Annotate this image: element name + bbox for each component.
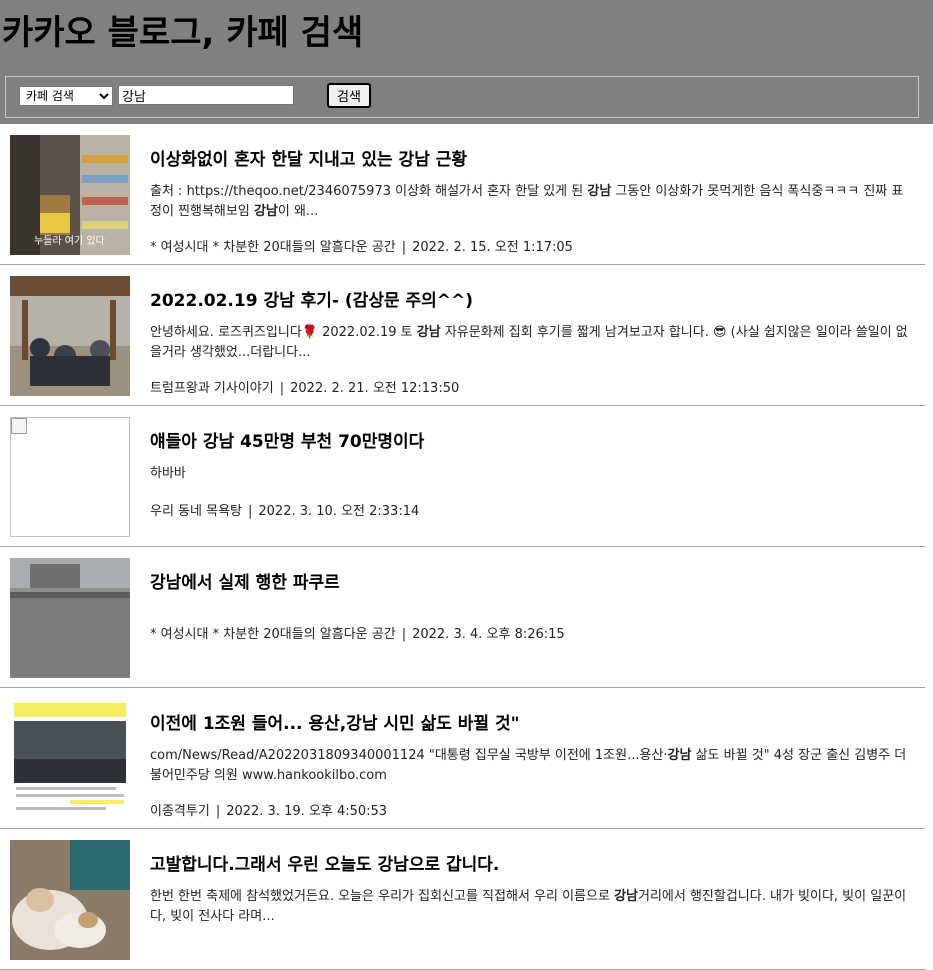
result-thumbnail[interactable] (10, 417, 130, 537)
news-article-image (10, 699, 130, 819)
result-title[interactable]: 얘들아 강남 45만명 부천 70만명이다 (150, 427, 424, 452)
result-thumbnail[interactable] (10, 699, 130, 819)
post-datetime: 2022. 3. 10. 오전 2:33:14 (258, 504, 420, 519)
result-meta: * 여성시대 * 차분한 20대들의 알흠다운 공간 | 2022. 2. 15. … (150, 240, 573, 255)
result-item: 고발합니다.그래서 우린 오늘도 강남으로 갑니다. 한번 한번 축제에 참석했… (0, 829, 925, 970)
result-meta: 이종격투기 | 2022. 3. 19. 오후 4:50:53 (150, 804, 388, 819)
result-snippet: 안녕하세요. 로즈퀴즈입니다🌹 2022.02.19 토 강남 자유문화제 집회… (150, 325, 908, 360)
result-snippet: 출처 : https://theqoo.net/2346075973 이상화 해… (150, 184, 904, 219)
search-box: 카페 검색 블로그 검색 검색 (5, 76, 919, 118)
sunglasses-emoji: 😎 (712, 325, 727, 340)
result-item: 누들라 여기 있다 이상화없이 혼자 한달 지내고 있는 강남 근황 출처 : … (0, 124, 925, 265)
outdoor-gathering-image (10, 276, 130, 396)
rose-emoji: 🌹 (301, 325, 318, 340)
result-title[interactable]: 이상화없이 혼자 한달 지내고 있는 강남 근황 (150, 145, 467, 170)
cats-image (10, 840, 130, 960)
result-title[interactable]: 2022.02.19 강남 후기- (감상문 주의^^) (150, 286, 473, 311)
post-datetime: 2022. 3. 19. 오후 4:50:53 (226, 804, 388, 819)
result-meta: 트럼프왕과 기사이야기 | 2022. 2. 21. 오전 12:13:50 (150, 381, 460, 396)
post-datetime: 2022. 3. 4. 오후 8:26:15 (412, 627, 565, 642)
header: 카카오 블로그, 카페 검색 카페 검색 블로그 검색 검색 (0, 0, 933, 124)
page-title: 카카오 블로그, 카페 검색 (2, 13, 364, 53)
result-item: 2022.02.19 강남 후기- (감상문 주의^^) 안녕하세요. 로즈퀴즈… (0, 265, 925, 406)
cafe-name: 이종격투기 (150, 804, 210, 819)
cafe-name: * 여성시대 * 차분한 20대들의 알흠다운 공간 (150, 240, 396, 255)
result-item: 강남에서 실제 행한 파쿠르 * 여성시대 * 차분한 20대들의 알흠다운 공… (0, 547, 925, 688)
result-snippet: com/News/Read/A2022031809340001124 "대통령 … (150, 748, 907, 783)
rooftop-image (10, 558, 130, 678)
result-meta: 우리 동네 목욕탕 | 2022. 3. 10. 오전 2:33:14 (150, 504, 420, 519)
result-meta: * 여성시대 * 차분한 20대들의 알흠다운 공간 | 2022. 3. 4. 오… (150, 627, 565, 642)
cafe-name: 우리 동네 목욕탕 (150, 504, 242, 519)
result-list: 누들라 여기 있다 이상화없이 혼자 한달 지내고 있는 강남 근황 출처 : … (0, 124, 933, 970)
result-snippet: 한번 한번 축제에 참석했었거든요. 오늘은 우리가 집회신고를 직접해서 우리… (150, 889, 907, 924)
post-datetime: 2022. 2. 21. 오전 12:13:50 (290, 381, 460, 396)
result-thumbnail[interactable] (10, 558, 130, 678)
result-item: 얘들아 강남 45만명 부천 70만명이다 하바바 우리 동네 목욕탕 | 2022… (0, 406, 925, 547)
search-type-select[interactable]: 카페 검색 블로그 검색 (19, 86, 113, 106)
result-title[interactable]: 고발합니다.그래서 우린 오늘도 강남으로 갑니다. (150, 850, 499, 875)
result-title[interactable]: 이전에 1조원 들어... 용산,강남 시민 삶도 바뀔 것" (150, 709, 519, 734)
search-button[interactable]: 검색 (327, 83, 371, 108)
post-datetime: 2022. 2. 15. 오전 1:17:05 (412, 240, 573, 255)
broken-image-icon (11, 418, 27, 434)
result-snippet: 하바바 (150, 466, 186, 481)
result-thumbnail[interactable]: 누들라 여기 있다 (10, 135, 130, 255)
cafe-name: * 여성시대 * 차분한 20대들의 알흠다운 공간 (150, 627, 396, 642)
thumbnail-caption: 누들라 여기 있다 (34, 236, 105, 247)
result-thumbnail[interactable] (10, 840, 130, 960)
result-thumbnail[interactable] (10, 276, 130, 396)
result-item: 이전에 1조원 들어... 용산,강남 시민 삶도 바뀔 것" com/News… (0, 688, 925, 829)
search-input[interactable] (118, 85, 294, 105)
cafe-name: 트럼프왕과 기사이야기 (150, 381, 274, 396)
result-title[interactable]: 강남에서 실제 행한 파쿠르 (150, 568, 340, 593)
